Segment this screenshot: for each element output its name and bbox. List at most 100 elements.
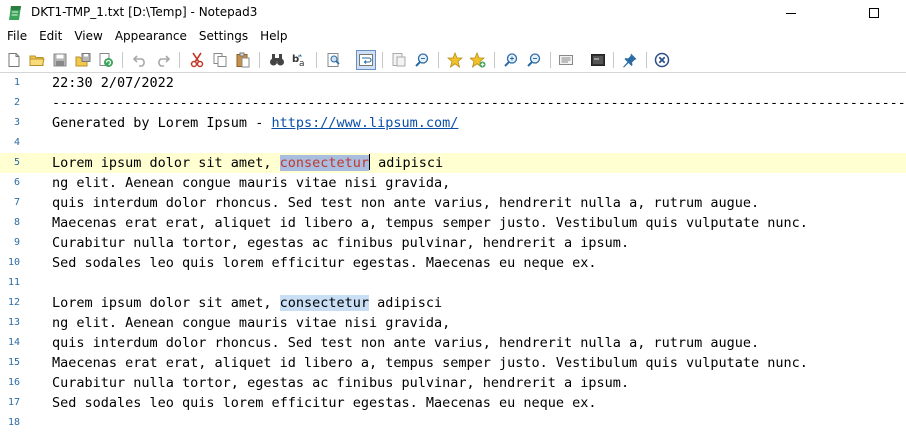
scheme-button[interactable]	[556, 50, 576, 70]
line-text: ng elit. Aenean congue mauris vitae nisi…	[52, 315, 451, 331]
toolbar-separator	[646, 52, 647, 68]
text-line[interactable]: 4	[0, 133, 906, 153]
paste-icon	[236, 52, 250, 68]
redo-button[interactable]	[153, 50, 173, 70]
line-number: 7	[13, 197, 20, 208]
copy-button[interactable]	[210, 50, 230, 70]
new-file-icon	[8, 53, 20, 67]
text-line[interactable]: 6 ng elit. Aenean congue mauris vitae ni…	[0, 173, 906, 193]
line-text: Maecenas erat erat, aliquet id libero a,…	[52, 215, 808, 231]
text-line[interactable]: 18	[0, 413, 906, 432]
zoom-out-button[interactable]	[524, 50, 544, 70]
menu-settings[interactable]: Settings	[193, 27, 254, 46]
pin-icon	[623, 53, 637, 68]
menu-appearance[interactable]: Appearance	[109, 27, 193, 46]
zoom-text-button[interactable]	[412, 50, 432, 70]
selected-text: consectetur	[279, 155, 369, 171]
line-text: Generated by Lorem Ipsum - https://www.l…	[52, 113, 458, 133]
minimize-icon	[786, 13, 796, 14]
line-number: 18	[7, 417, 20, 428]
line-numbers-button[interactable]	[389, 50, 409, 70]
menu-view[interactable]: View	[68, 27, 108, 46]
text-line[interactable]: 15 Maecenas erat erat, aliquet id libero…	[0, 353, 906, 373]
zoom-out-icon	[527, 53, 541, 67]
line-number: 16	[7, 377, 20, 388]
line-text: Maecenas erat erat, aliquet id libero a,…	[52, 355, 808, 371]
current-line[interactable]: 5 Lorem ipsum dolor sit amet, consectetu…	[0, 153, 906, 173]
maximize-button[interactable]	[851, 0, 897, 26]
add-favorite-button[interactable]	[468, 50, 488, 70]
find-in-files-button[interactable]	[324, 50, 344, 70]
text-line[interactable]: 1 22:30 2/07/2022	[0, 73, 906, 93]
text-line[interactable]: 11	[0, 273, 906, 293]
line-text: quis interdum dolor rhoncus. Sed test no…	[52, 195, 760, 211]
text-line[interactable]: 14 quis interdum dolor rhoncus. Sed test…	[0, 333, 906, 353]
line-number: 11	[7, 277, 20, 288]
svg-text:a: a	[299, 59, 305, 68]
line-text-segment: Generated by Lorem Ipsum -	[52, 115, 272, 131]
line-text-segment: Lorem ipsum dolor sit amet,	[52, 295, 280, 311]
text-line[interactable]: 17 Sed sodales leo quis lorem efficitur …	[0, 393, 906, 413]
save-button[interactable]	[50, 50, 70, 70]
replace-button[interactable]: ba	[290, 50, 310, 70]
copy-icon	[213, 53, 227, 67]
text-line[interactable]: 9 Curabitur nulla tortor, egestas ac fin…	[0, 233, 906, 253]
toolbar-separator	[613, 52, 614, 68]
toolbar-separator	[122, 52, 123, 68]
find-button[interactable]	[267, 50, 287, 70]
cut-button[interactable]	[187, 50, 207, 70]
text-line[interactable]: 13 ng elit. Aenean congue mauris vitae n…	[0, 313, 906, 333]
line-text: Lorem ipsum dolor sit amet, consectetur …	[52, 293, 442, 313]
minimize-button[interactable]	[768, 0, 814, 26]
toolbar-separator	[179, 52, 180, 68]
window-title: DKT1-TMP_1.txt [D:\Temp] - Notepad3	[31, 5, 258, 19]
paste-button[interactable]	[233, 50, 253, 70]
scheme-icon	[559, 55, 573, 65]
line-text-segment: Lorem ipsum dolor sit amet,	[52, 155, 280, 171]
revert-icon	[99, 53, 113, 67]
line-number: 2	[13, 97, 20, 108]
new-file-button[interactable]	[4, 50, 24, 70]
cut-icon	[190, 52, 204, 68]
save-as-button[interactable]	[73, 50, 93, 70]
text-line[interactable]: 16 Curabitur nulla tortor, egestas ac fi…	[0, 373, 906, 393]
exit-icon	[654, 52, 670, 68]
pin-button[interactable]	[620, 50, 640, 70]
line-text: Curabitur nulla tortor, egestas ac finib…	[52, 375, 630, 391]
url-link[interactable]: https://www.lipsum.com/	[271, 115, 458, 131]
save-icon	[53, 53, 67, 67]
toolbar-separator	[382, 52, 383, 68]
undo-button[interactable]	[130, 50, 150, 70]
open-button[interactable]	[27, 50, 47, 70]
line-number: 1	[13, 77, 20, 88]
line-number: 17	[7, 397, 20, 408]
line-text: 22:30 2/07/2022	[52, 75, 174, 91]
line-number: 10	[7, 257, 20, 268]
text-line[interactable]: 12 Lorem ipsum dolor sit amet, consectet…	[0, 293, 906, 313]
word-wrap-icon	[359, 54, 373, 66]
word-wrap-toggle[interactable]	[356, 50, 376, 70]
customize-button[interactable]	[588, 50, 608, 70]
text-line[interactable]: 7 quis interdum dolor rhoncus. Sed test …	[0, 193, 906, 213]
line-text: ng elit. Aenean congue mauris vitae nisi…	[52, 175, 451, 191]
text-line[interactable]: 2 --------------------------------------…	[0, 93, 906, 113]
revert-button[interactable]	[96, 50, 116, 70]
favorites-button[interactable]	[445, 50, 465, 70]
line-numbers-icon	[392, 53, 406, 67]
text-line[interactable]: 8 Maecenas erat erat, aliquet id libero …	[0, 213, 906, 233]
zoom-in-button[interactable]	[501, 50, 521, 70]
text-line[interactable]: 10 Sed sodales leo quis lorem efficitur …	[0, 253, 906, 273]
line-text: quis interdum dolor rhoncus. Sed test no…	[52, 335, 760, 351]
find-icon	[270, 54, 284, 66]
text-line[interactable]: 3 Generated by Lorem Ipsum - https://www…	[0, 113, 906, 133]
menu-edit[interactable]: Edit	[33, 27, 68, 46]
zoom-in-icon	[504, 53, 518, 67]
exit-button[interactable]	[652, 50, 672, 70]
line-number: 6	[13, 177, 20, 188]
menu-file[interactable]: File	[0, 27, 33, 46]
line-text-segment: adipisci	[368, 295, 443, 311]
line-text-segment: adipisci	[369, 155, 444, 171]
menu-help[interactable]: Help	[254, 27, 293, 46]
text-editor[interactable]: 1 22:30 2/07/2022 2 --------------------…	[0, 73, 906, 432]
add-favorite-icon	[470, 52, 486, 68]
